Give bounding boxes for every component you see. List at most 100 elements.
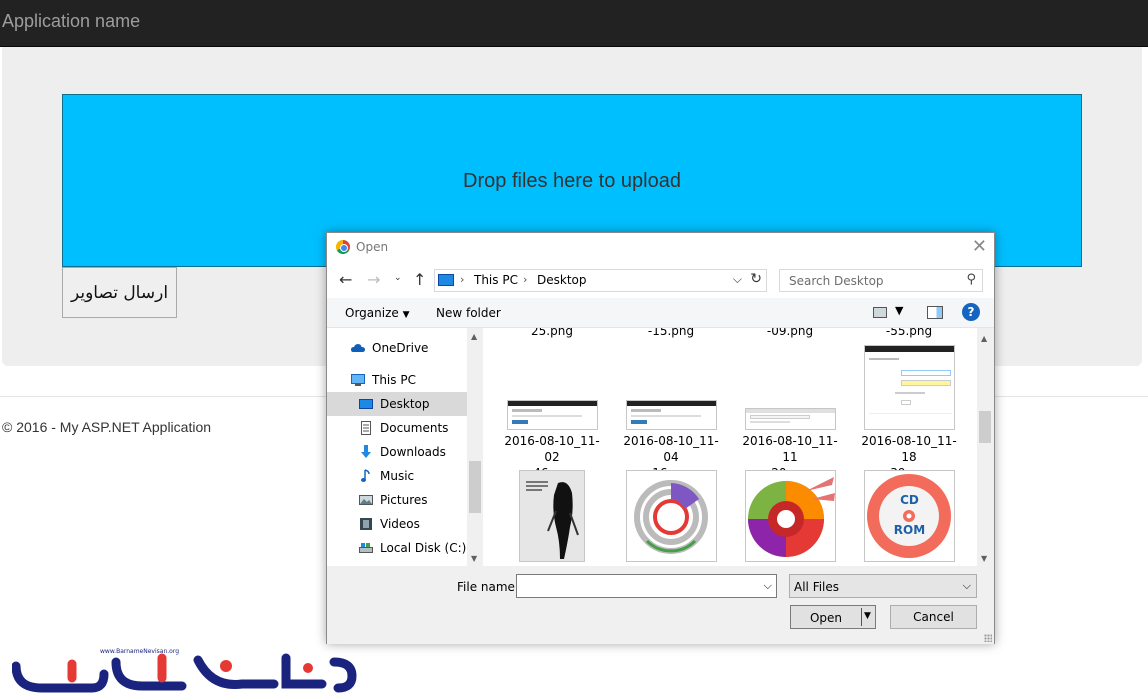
app-brand-link[interactable]: Application name: [2, 11, 140, 32]
file-thumbnail[interactable]: [519, 470, 585, 562]
pictures-icon: [359, 495, 373, 505]
file-thumbnail[interactable]: [864, 345, 955, 430]
back-arrow-icon[interactable]: ←: [339, 270, 352, 289]
scroll-down-icon[interactable]: ▼: [981, 554, 987, 563]
sunburst-chart-thumbnail: [634, 480, 708, 554]
sidebar-item-downloads[interactable]: Downloads: [327, 440, 467, 464]
resize-grip-icon[interactable]: [984, 634, 992, 642]
navigation-scrollbar[interactable]: ▲ ▼: [467, 328, 483, 566]
cd-label-bottom: ROM: [893, 523, 926, 537]
scrollbar-thumb[interactable]: [469, 461, 481, 513]
open-file-dialog: Open ✕ ← → ⌄ ↑ › This PC › Desktop ⌵ ↻ ⚲…: [326, 232, 995, 644]
sidebar-item-label: Documents: [380, 421, 449, 435]
radial-chart-thumbnail: [748, 477, 835, 557]
chevron-down-icon: ▼: [402, 310, 410, 320]
change-view-icon[interactable]: [873, 307, 887, 318]
dialog-titlebar[interactable]: Open ✕: [327, 233, 994, 262]
recent-locations-chevron-icon[interactable]: ⌄: [394, 273, 402, 283]
search-box[interactable]: ⚲: [779, 269, 983, 292]
cd-label-top: CD: [900, 493, 919, 507]
new-folder-button[interactable]: New folder: [436, 306, 501, 320]
navigation-pane: OneDrive This PC Desktop Documents Downl…: [327, 328, 483, 566]
search-input[interactable]: [780, 270, 958, 291]
chevron-down-icon[interactable]: ▼: [864, 611, 871, 621]
file-item-label[interactable]: -15.png: [616, 328, 726, 339]
chevron-down-icon[interactable]: ▼: [895, 304, 903, 317]
file-name-label: File name:: [457, 580, 519, 594]
up-arrow-icon[interactable]: ↑: [413, 270, 426, 289]
sidebar-item-label: OneDrive: [372, 341, 429, 355]
desktop-icon: [359, 399, 373, 409]
chevron-down-icon: ⌵: [962, 579, 971, 592]
forward-arrow-icon[interactable]: →: [367, 270, 380, 289]
sidebar-item-desktop[interactable]: Desktop: [327, 392, 467, 416]
help-icon[interactable]: ?: [962, 303, 980, 321]
file-list-scrollbar[interactable]: ▲ ▼: [977, 328, 993, 566]
sidebar-item-label: Pictures: [380, 493, 428, 507]
file-item-label[interactable]: 25.png: [497, 328, 607, 339]
navbar: Application name: [0, 0, 1148, 47]
open-button-label: Open: [809, 611, 843, 625]
chevron-down-icon[interactable]: ⌵: [733, 272, 742, 287]
file-type-value: All Files: [794, 580, 840, 594]
open-button[interactable]: Open ▼: [790, 605, 876, 629]
chrome-icon: [336, 240, 350, 254]
file-thumbnail[interactable]: [507, 400, 598, 430]
file-type-select[interactable]: All Files ⌵: [789, 574, 977, 598]
scroll-up-icon[interactable]: ▲: [471, 332, 477, 341]
file-name-field[interactable]: ⌵: [516, 574, 777, 598]
logo-url: www.BarnameNevisan.org: [100, 648, 179, 655]
download-arrow-icon: [361, 445, 371, 458]
breadcrumb-separator-icon: ›: [523, 273, 528, 286]
music-note-icon: [361, 469, 370, 482]
sidebar-item-this-pc[interactable]: This PC: [327, 368, 467, 392]
film-icon: [360, 518, 372, 530]
sidebar-item-videos[interactable]: Videos: [327, 512, 467, 536]
search-icon[interactable]: ⚲: [966, 272, 976, 287]
site-logo: www.BarnameNevisan.org: [11, 648, 364, 694]
dialog-bottom: File name: ⌵ All Files ⌵ Open ▼ Cancel: [327, 566, 994, 644]
documents-icon: [361, 421, 371, 435]
drive-icon: [359, 543, 373, 553]
address-row: ← → ⌄ ↑ › This PC › Desktop ⌵ ↻ ⚲: [327, 262, 994, 298]
sidebar-item-pictures[interactable]: Pictures: [327, 488, 467, 512]
close-icon[interactable]: ✕: [972, 236, 987, 257]
scrollbar-thumb[interactable]: [979, 411, 991, 443]
this-pc-icon: [438, 274, 454, 286]
cancel-button[interactable]: Cancel: [890, 605, 977, 629]
scroll-up-icon[interactable]: ▲: [981, 334, 987, 343]
send-images-button[interactable]: ارسال تصاویر: [62, 267, 177, 318]
file-thumbnail[interactable]: [745, 470, 836, 562]
file-item-label[interactable]: -09.png: [735, 328, 845, 339]
dialog-title: Open: [356, 240, 389, 254]
sidebar-item-music[interactable]: Music: [327, 464, 467, 488]
organize-menu[interactable]: Organize ▼: [345, 306, 410, 320]
file-thumbnail[interactable]: [626, 400, 717, 430]
breadcrumb-desktop[interactable]: Desktop: [537, 273, 587, 287]
breadcrumb-this-pc[interactable]: This PC: [474, 273, 518, 287]
sidebar-item-label: Music: [380, 469, 415, 483]
footer-text: © 2016 - My ASP.NET Application: [2, 419, 212, 435]
logo-graphic: [11, 653, 357, 693]
file-thumbnail[interactable]: [745, 408, 836, 430]
preview-pane-icon[interactable]: [927, 306, 943, 319]
scroll-down-icon[interactable]: ▼: [471, 554, 477, 563]
sidebar-item-local-disk[interactable]: Local Disk (C:): [327, 536, 467, 560]
refresh-icon[interactable]: ↻: [750, 271, 762, 287]
split-divider: [861, 608, 862, 626]
cloud-icon: [351, 344, 365, 352]
file-item-label[interactable]: -55.png: [854, 328, 964, 339]
dropzone-message: Drop files here to upload: [463, 170, 681, 192]
computer-icon: [351, 374, 365, 386]
cd-rom-icon: [867, 474, 951, 558]
chevron-down-icon[interactable]: ⌵: [764, 579, 772, 593]
sidebar-item-label: Desktop: [380, 397, 430, 411]
sidebar-item-onedrive[interactable]: OneDrive: [327, 336, 467, 360]
sidebar-item-label: Downloads: [380, 445, 446, 459]
dialog-toolbar: Organize ▼ New folder ▼ ?: [327, 298, 994, 328]
sidebar-item-documents[interactable]: Documents: [327, 416, 467, 440]
sidebar-item-label: Local Disk (C:): [380, 541, 467, 555]
file-thumbnail[interactable]: CD ROM: [864, 470, 955, 562]
file-thumbnail[interactable]: [626, 470, 717, 562]
address-bar[interactable]: › This PC › Desktop ⌵ ↻: [434, 269, 767, 292]
